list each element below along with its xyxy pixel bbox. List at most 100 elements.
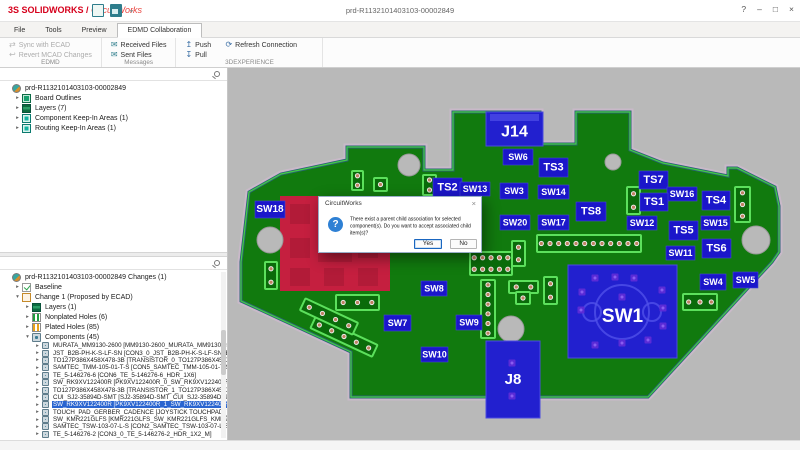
connector-SW1[interactable]: SW1 bbox=[568, 265, 677, 358]
tree-item-routing-keepin[interactable]: ▸ Routing Keep-In Areas (1) bbox=[0, 123, 227, 133]
expand-arrow-icon[interactable]: ▸ bbox=[34, 424, 41, 430]
component-label-SW16[interactable]: SW16 bbox=[667, 187, 697, 201]
expand-arrow-icon[interactable]: ▸ bbox=[34, 343, 41, 349]
component-label-SW13[interactable]: SW13 bbox=[460, 182, 490, 196]
component-label-SW8[interactable]: SW8 bbox=[421, 281, 447, 296]
expand-arrow-icon[interactable]: ▸ bbox=[24, 324, 31, 330]
expand-arrow-icon[interactable]: ▸ bbox=[34, 365, 41, 371]
tree-item-component[interactable]: ▸SW_KMR221GLFS [KMR221GLFS_SW_KMR221GLFS… bbox=[0, 416, 227, 423]
tree-item-layers[interactable]: ▸Layers (7) bbox=[0, 103, 227, 113]
component-label-TS6[interactable]: TS6 bbox=[702, 239, 731, 258]
tree-item-layers[interactable]: ▸Layers (1) bbox=[0, 302, 227, 312]
changes-search-bar[interactable] bbox=[0, 257, 227, 270]
expand-arrow-icon[interactable]: ▸ bbox=[34, 372, 41, 378]
expand-arrow-icon[interactable]: ▸ bbox=[34, 357, 41, 363]
expand-arrow-icon[interactable]: ▸ bbox=[14, 115, 21, 121]
push-button[interactable]: ↥Push bbox=[183, 40, 223, 50]
tree-item-component-selected[interactable]: ▸SW_RK9XV122400R [PK9XV122400R_1_SW_RK9X… bbox=[0, 401, 227, 408]
expand-arrow-icon[interactable]: ▸ bbox=[14, 284, 21, 290]
tree-item-components[interactable]: ▾Components (45) bbox=[0, 332, 227, 342]
component-label-SW18[interactable]: SW18 bbox=[255, 201, 285, 218]
component-label-SW7[interactable]: SW7 bbox=[384, 315, 411, 331]
maximize-icon[interactable]: □ bbox=[773, 4, 778, 14]
tree-item-board-outlines[interactable]: ▸Board Outlines bbox=[0, 93, 227, 103]
component-label-SW15[interactable]: SW15 bbox=[701, 216, 730, 230]
no-button[interactable]: No bbox=[450, 239, 477, 249]
component-label-TS2[interactable]: TS2 bbox=[433, 178, 462, 197]
tree-item-component[interactable]: ▸MURATA_MM9130-2600 [MM9130-2600_MURATA_… bbox=[0, 342, 227, 349]
expand-arrow-icon[interactable]: ▸ bbox=[24, 314, 31, 320]
tree-item-component[interactable]: ▸TO127P386X458X478-3B [TRANSISTOR_1_TO12… bbox=[0, 386, 227, 393]
component-label-SW14[interactable]: SW14 bbox=[538, 185, 569, 199]
component-label-SW17[interactable]: SW17 bbox=[538, 215, 569, 230]
tree-item-change-1[interactable]: ▾Change 1 (Proposed by ECAD) bbox=[0, 292, 227, 302]
minimize-icon[interactable]: – bbox=[757, 4, 762, 14]
component-label-SW9[interactable]: SW9 bbox=[456, 315, 482, 330]
expand-arrow-icon[interactable]: ▸ bbox=[34, 431, 41, 437]
expand-arrow-icon[interactable]: ▸ bbox=[34, 387, 41, 393]
ribbon-group-messages: ✉Received Files✉Sent FilesMessages bbox=[102, 38, 177, 67]
dialog-close-icon[interactable]: × bbox=[472, 199, 476, 208]
connector-J14[interactable]: J14 bbox=[486, 112, 543, 146]
expand-arrow-icon[interactable]: ▸ bbox=[34, 417, 41, 423]
tree-item-component[interactable]: ▸TE_5-146276-2 [CON3_0_TE_5-146276-2_HDR… bbox=[0, 431, 227, 438]
component-label-TS3[interactable]: TS3 bbox=[539, 158, 568, 177]
expand-arrow-icon[interactable]: ▸ bbox=[14, 105, 21, 111]
tree-item-component[interactable]: ▸SW_RK9XV122400R [PK9XV122400R_0_SW_RK9X… bbox=[0, 379, 227, 386]
component-label-TS7[interactable]: TS7 bbox=[639, 171, 668, 189]
tree-item-component[interactable]: ▸JST_B2B-PH-K-S-LF-SN [CON3_0_JST_B2B-PH… bbox=[0, 349, 227, 356]
component-label-SW12[interactable]: SW12 bbox=[627, 216, 657, 230]
tree-item-label: SAMTEC_TSW-103-07-L-S [CON2_SAMTEC_TSW-1… bbox=[52, 423, 227, 430]
component-label-TS4[interactable]: TS4 bbox=[702, 191, 730, 210]
component-label-SW10[interactable]: SW10 bbox=[421, 347, 448, 362]
tree-item-component[interactable]: ▸TO127P386X458X478-3B [TRANSISTOR_0_TO12… bbox=[0, 357, 227, 364]
component-label-TS5[interactable]: TS5 bbox=[669, 221, 698, 240]
board-preview-area[interactable]: J14 SW1 J8 SW6 TS3 TS2SW13 SW3 SW14 SW20 SW17 TS8 S… bbox=[228, 68, 800, 440]
tree-item-component[interactable]: ▸CUI_SJ2-35894D-SMT [SJ2-35894D-SMT_CUI_… bbox=[0, 394, 227, 401]
tree-root-changes[interactable]: prd-R1132101403103-00002849 Changes (1) bbox=[0, 272, 227, 282]
yes-button[interactable]: Yes bbox=[414, 239, 442, 249]
tree-item-baseline[interactable]: ▸Baseline bbox=[0, 282, 227, 292]
tree-item-component[interactable]: ▸ SAMTEC_TSW-103-07-L-S [CON2_SAMTEC_TSW-… bbox=[0, 423, 227, 430]
expand-arrow-icon[interactable]: ▸ bbox=[34, 394, 41, 400]
expand-arrow-icon[interactable]: ▸ bbox=[34, 380, 41, 386]
tree-item-nonplated-holes[interactable]: ▸Nonplated Holes (6) bbox=[0, 312, 227, 322]
tree-item-component[interactable]: ▸TOUCH_PAD_GERBER_CADENCE [JOYSTICK TOUC… bbox=[0, 409, 227, 416]
connector-J8[interactable]: J8 bbox=[486, 341, 540, 418]
tab-tools[interactable]: Tools bbox=[35, 24, 71, 37]
tree-item-label: Routing Keep-In Areas (1) bbox=[34, 125, 117, 132]
tree-item-component-keepin[interactable]: ▸Component Keep-In Areas (1) bbox=[0, 113, 227, 123]
tab-file[interactable]: File bbox=[4, 24, 35, 37]
expand-arrow-icon[interactable]: ▾ bbox=[24, 334, 31, 340]
tree-search-bar[interactable] bbox=[0, 68, 227, 81]
expand-arrow-icon[interactable]: ▸ bbox=[34, 409, 41, 415]
expand-arrow-icon[interactable]: ▸ bbox=[14, 125, 21, 131]
scrollbar-track[interactable] bbox=[221, 272, 226, 438]
search-icon[interactable] bbox=[214, 71, 220, 77]
component-label-SW20[interactable]: SW20 bbox=[500, 215, 530, 230]
component-label-SW4[interactable]: SW4 bbox=[700, 274, 726, 290]
refresh-connection-button[interactable]: ⟳Refresh Connection bbox=[223, 40, 311, 50]
tree-root-product[interactable]: prd-R1132101403103-00002849 bbox=[0, 83, 227, 93]
component-label-SW6[interactable]: SW6 bbox=[503, 149, 533, 165]
tree-item-component[interactable]: ▸TE_5-146276-6 [CON6_TE_5-146276-6_HDR_1… bbox=[0, 372, 227, 379]
component-label-SW5[interactable]: SW5 bbox=[733, 272, 758, 288]
close-icon[interactable]: × bbox=[789, 4, 794, 14]
tree-item-plated-holes[interactable]: ▸Plated Holes (85) bbox=[0, 322, 227, 332]
scrollbar-thumb[interactable] bbox=[221, 330, 226, 375]
expand-arrow-icon[interactable]: ▸ bbox=[34, 350, 41, 356]
tree-item-component[interactable]: ▸SAMTEC_TMM-105-01-T-S [CON5_SAMTEC_TMM-… bbox=[0, 364, 227, 371]
component-label-SW3[interactable]: SW3 bbox=[500, 183, 528, 199]
tab-preview[interactable]: Preview bbox=[72, 24, 117, 37]
component-label-SW11[interactable]: SW11 bbox=[666, 246, 695, 260]
help-icon[interactable]: ? bbox=[741, 4, 746, 14]
tab-edmd-collaboration[interactable]: EDMD Collaboration bbox=[117, 23, 203, 38]
component-label-TS8[interactable]: TS8 bbox=[576, 202, 606, 221]
expand-arrow-icon[interactable]: ▸ bbox=[34, 402, 41, 408]
received-files-button[interactable]: ✉Received Files bbox=[109, 40, 169, 50]
component-label-TS1[interactable]: TS1 bbox=[640, 193, 668, 211]
expand-arrow-icon[interactable]: ▸ bbox=[24, 304, 31, 310]
search-icon[interactable] bbox=[214, 260, 220, 266]
expand-arrow-icon[interactable]: ▾ bbox=[14, 294, 21, 300]
expand-arrow-icon[interactable]: ▸ bbox=[14, 95, 21, 101]
